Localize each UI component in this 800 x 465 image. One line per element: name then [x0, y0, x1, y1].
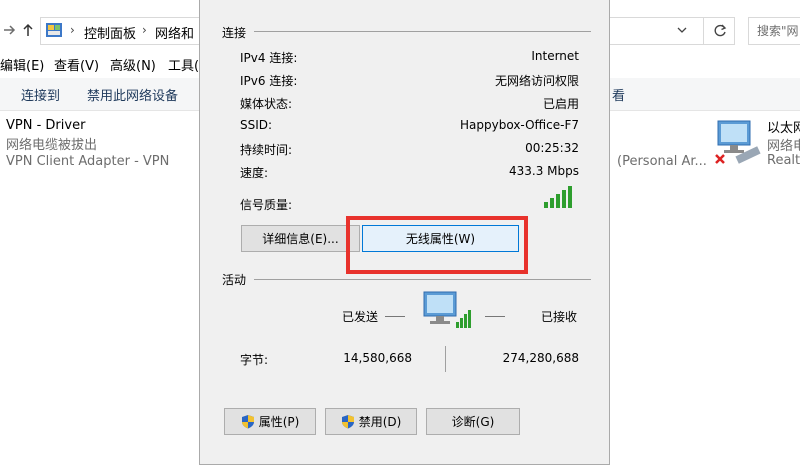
ipv6-label: IPv6 连接: [240, 74, 298, 88]
disable-button[interactable]: 禁用(D) [325, 408, 417, 435]
ipv4-label: IPv4 连接: [240, 51, 298, 65]
breadcrumb-separator: › [70, 23, 75, 37]
ssid-label: SSID: [240, 118, 273, 132]
disable-device-command[interactable]: 禁用此网络设备 [87, 85, 178, 104]
duration-label: 持续时间: [240, 143, 293, 157]
media-state-value: 已启用 [542, 97, 579, 111]
menu-tools[interactable]: 工具( [168, 55, 199, 74]
signal-bar [556, 194, 560, 208]
breadcrumb-separator: › [142, 23, 147, 37]
vpn-adapter-item[interactable]: VPN - Driver 网络电缆被拔出 VPN Client Adapter … [6, 118, 196, 169]
adapter-device: Realte [767, 153, 800, 168]
refresh-icon [714, 24, 727, 37]
ipv6-value: 无网络访问权限 [494, 74, 579, 88]
adapter-device-partial: (Personal Ar... [617, 154, 707, 169]
disable-label: 禁用(D) [358, 415, 402, 429]
ethernet-adapter-item[interactable]: 以太网 网络电缆 Realte [712, 117, 800, 172]
shield-icon [241, 415, 254, 429]
sent-line [385, 316, 405, 317]
adapter-name: VPN - Driver [6, 118, 86, 133]
adapter-device: VPN Client Adapter - VPN [6, 154, 170, 169]
network-activity-icon [423, 291, 471, 328]
received-label: 已接收 [541, 310, 578, 324]
chevron-down-icon[interactable] [676, 24, 688, 36]
breadcrumb-control-panel[interactable]: 控制面板 [84, 23, 136, 42]
received-line [485, 316, 505, 317]
ipv4-value: Internet [531, 49, 579, 63]
signal-strength-icon [544, 186, 572, 208]
menu-advanced[interactable]: 高级(N) [110, 55, 156, 74]
menu-view[interactable]: 查看(V) [54, 55, 99, 74]
forward-arrow-icon[interactable] [2, 23, 16, 37]
view-command[interactable]: 看 [612, 85, 625, 104]
search-input[interactable]: 搜索"网 [748, 17, 800, 45]
control-panel-icon [46, 23, 62, 37]
details-button[interactable]: 详细信息(E)... [241, 225, 360, 252]
bytes-label: 字节: [240, 353, 269, 367]
up-arrow-icon[interactable] [21, 23, 35, 37]
signal-bar [568, 186, 572, 208]
signal-bar [550, 198, 554, 208]
duration-value: 00:25:32 [525, 141, 579, 155]
signal-bar [544, 202, 548, 208]
menu-edit[interactable]: 编辑(E) [0, 55, 44, 74]
breadcrumb-network[interactable]: 网络和 I [155, 23, 202, 42]
properties-button[interactable]: 属性(P) [224, 408, 316, 435]
ethernet-adapter-icon [715, 120, 761, 164]
shield-icon [341, 415, 354, 429]
signal-quality-label: 信号质量: [240, 198, 293, 212]
activity-divider [254, 279, 591, 280]
bytes-received-value: 274,280,688 [502, 351, 579, 365]
diagnose-button[interactable]: 诊断(G) [426, 408, 520, 435]
media-state-label: 媒体状态: [240, 97, 293, 111]
refresh-button[interactable] [703, 17, 735, 45]
speed-value: 433.3 Mbps [508, 164, 579, 178]
ssid-value: Happybox-Office-F7 [460, 118, 579, 132]
bytes-divider [445, 346, 446, 372]
adapter-status: 网络电缆 [767, 139, 800, 154]
activity-section-title: 活动 [222, 273, 247, 287]
sent-label: 已发送 [342, 310, 379, 324]
adapter-status: 网络电缆被拔出 [6, 138, 98, 153]
properties-label: 属性(P) [258, 415, 300, 429]
bytes-sent-value: 14,580,668 [343, 351, 412, 365]
speed-label: 速度: [240, 166, 269, 180]
signal-bar [562, 190, 566, 208]
adapter-name: 以太网 [767, 121, 800, 136]
highlight-box [346, 216, 528, 274]
connection-divider [254, 31, 591, 32]
connect-to-command[interactable]: 连接到 [21, 85, 60, 104]
connection-section-title: 连接 [222, 26, 247, 40]
